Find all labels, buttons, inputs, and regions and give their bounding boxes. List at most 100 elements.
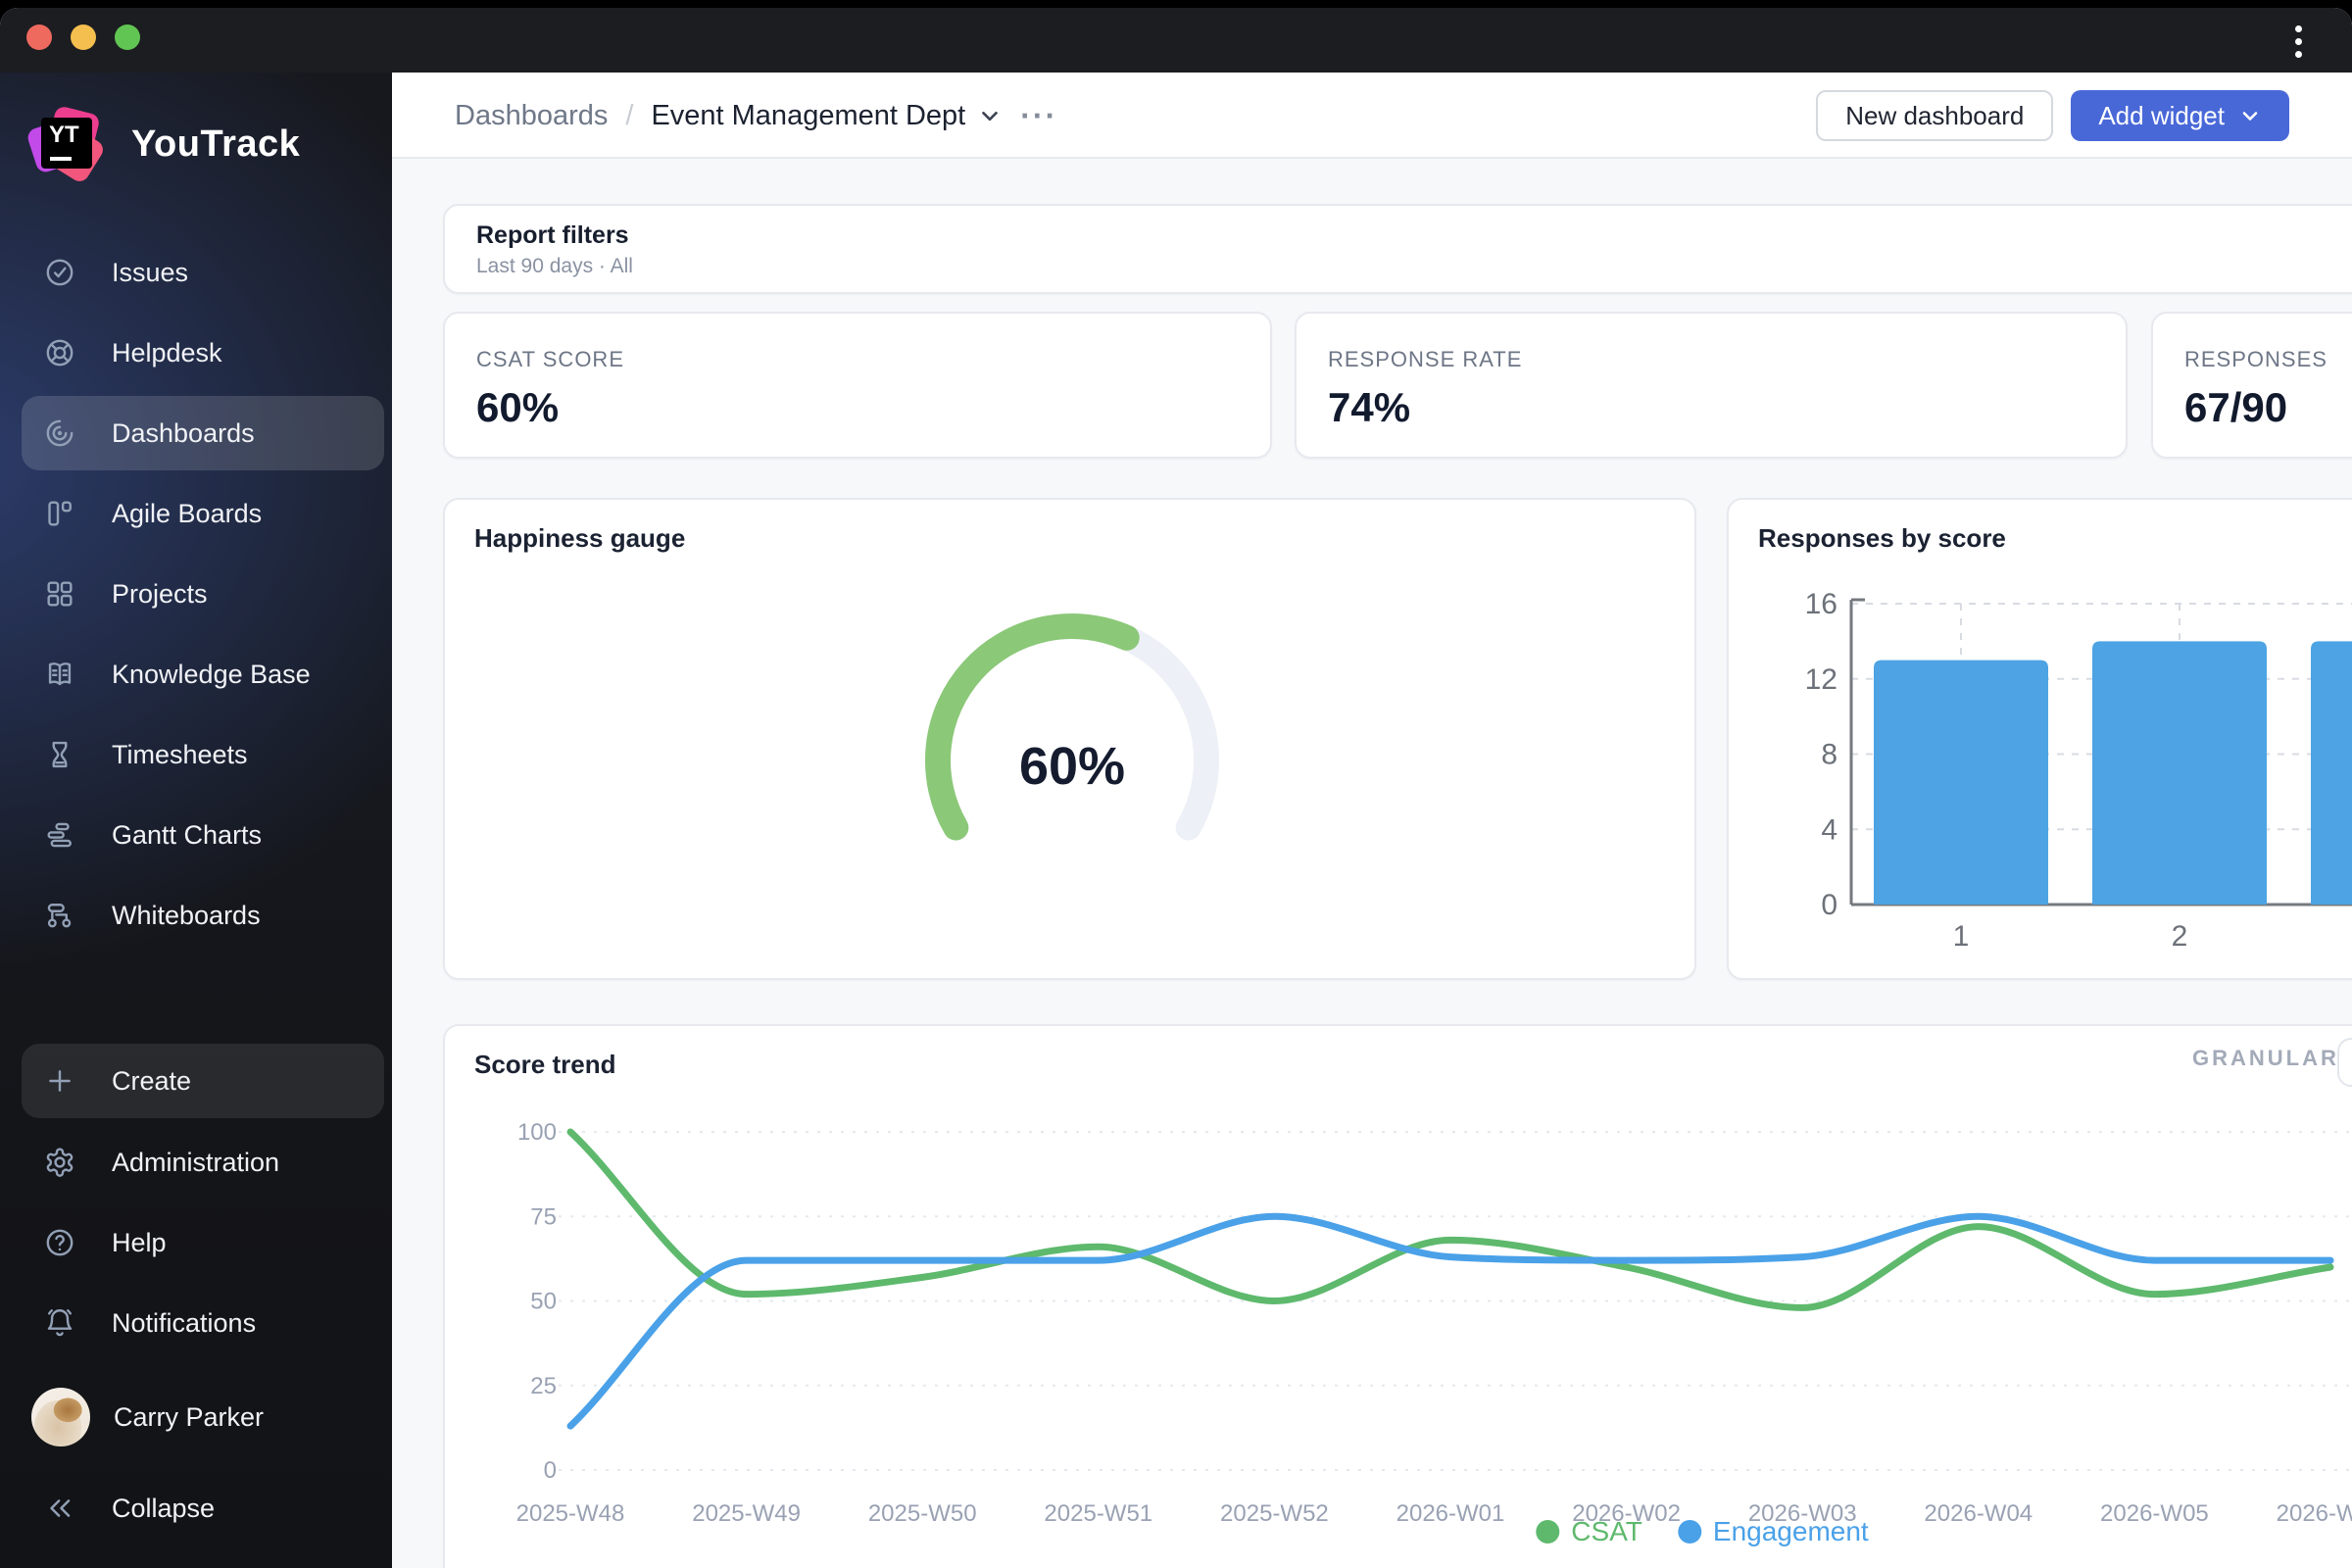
sidebar-create-button[interactable]: Create	[22, 1044, 384, 1118]
svg-text:50: 50	[530, 1289, 557, 1315]
sidebar-item-gantt-charts[interactable]: Gantt Charts	[22, 798, 384, 872]
svg-text:0: 0	[1821, 889, 1838, 921]
sidebar-item-administration[interactable]: Administration	[22, 1125, 384, 1200]
sidebar-item-label: Dashboards	[112, 418, 255, 449]
legend-item-csat[interactable]: CSAT	[1536, 1516, 1642, 1547]
sidebar-user-profile[interactable]: Carry Parker	[22, 1380, 384, 1454]
sidebar-item-label: Timesheets	[112, 740, 248, 770]
sidebar-item-helpdesk[interactable]: Helpdesk	[22, 316, 384, 390]
gear-icon	[43, 1146, 76, 1179]
sidebar-item-notifications[interactable]: Notifications	[22, 1286, 384, 1360]
kpi-card-responses: RESPONSES 67/90	[2151, 312, 2352, 459]
svg-text:1: 1	[1953, 920, 1970, 953]
minimize-window-button[interactable]	[71, 24, 96, 50]
new-dashboard-button[interactable]: New dashboard	[1816, 90, 2053, 141]
brand-name: YouTrack	[131, 123, 300, 166]
brand[interactable]: YT YouTrack	[37, 114, 300, 174]
sidebar-item-label: Whiteboards	[112, 901, 261, 931]
svg-text:8: 8	[1821, 739, 1838, 771]
avatar	[31, 1388, 90, 1446]
breadcrumb-separator: /	[625, 100, 633, 132]
window-titlebar	[0, 8, 2352, 73]
collapse-icon	[43, 1492, 76, 1525]
svg-text:2: 2	[2172, 920, 2188, 953]
sidebar-item-help[interactable]: Help	[22, 1205, 384, 1280]
score-trend-widget: Score trend GRANULARITY 02550751002025-W…	[443, 1024, 2352, 1568]
page-title: Event Management Dept	[651, 100, 965, 132]
sidebar-item-knowledge-base[interactable]: Knowledge Base	[22, 637, 384, 711]
report-filters-title: Report filters	[476, 221, 629, 250]
legend-label: Engagement	[1713, 1516, 1869, 1547]
breadcrumb: Dashboards / Event Management Dept ···	[455, 73, 1057, 159]
sidebar-item-dashboards[interactable]: Dashboards	[22, 396, 384, 470]
svg-text:0: 0	[544, 1457, 557, 1484]
responses-by-score-widget: Responses by score 0481216123	[1727, 498, 2352, 980]
svg-text:2025-W51: 2025-W51	[1044, 1500, 1152, 1527]
sidebar-item-label: Issues	[112, 258, 188, 288]
sidebar-item-projects[interactable]: Projects	[22, 557, 384, 631]
legend-item-engagement[interactable]: Engagement	[1678, 1516, 1869, 1547]
sidebar: YT YouTrack Issues Helpdesk Dashboards Agil…	[0, 73, 392, 1568]
sidebar-item-label: Notifications	[112, 1308, 256, 1339]
sidebar-collapse-button[interactable]: Collapse	[22, 1471, 384, 1545]
plus-icon	[43, 1064, 76, 1098]
sidebar-item-label: Knowledge Base	[112, 660, 311, 690]
report-filters-card[interactable]: Report filters Last 90 days · All	[443, 204, 2352, 294]
window-menu-kebab-icon[interactable]	[2285, 20, 2311, 63]
score-trend-chart: 02550751002025-W482025-W492025-W502025-W…	[445, 1026, 2352, 1568]
chevron-down-icon	[2238, 104, 2262, 127]
happiness-gauge-widget: Happiness gauge 60%	[443, 498, 1696, 980]
whiteboards-icon	[43, 899, 76, 932]
svg-text:2026-W01: 2026-W01	[1396, 1500, 1505, 1527]
sidebar-item-label: Agile Boards	[112, 499, 262, 529]
helpdesk-icon	[43, 336, 76, 369]
happiness-gauge-chart: 60%	[445, 500, 1694, 978]
main-header: Dashboards / Event Management Dept ··· N…	[392, 73, 2352, 159]
more-options-ellipsis-icon[interactable]: ···	[1020, 98, 1057, 134]
bell-icon	[43, 1306, 76, 1340]
svg-text:60%: 60%	[1019, 737, 1125, 796]
kpi-card-csat-score: CSAT SCORE 60%	[443, 312, 1272, 459]
kpi-label: CSAT SCORE	[476, 347, 624, 372]
sidebar-item-issues[interactable]: Issues	[22, 235, 384, 310]
sidebar-item-whiteboards[interactable]: Whiteboards	[22, 878, 384, 953]
sidebar-item-label: Helpdesk	[112, 338, 222, 368]
sidebar-item-label: Administration	[112, 1148, 279, 1178]
report-filters-summary: Last 90 days · All	[476, 255, 633, 278]
kpi-label: RESPONSE RATE	[1328, 347, 1522, 372]
legend-dot-icon	[1536, 1520, 1559, 1544]
sidebar-item-label: Collapse	[112, 1494, 215, 1524]
svg-text:75: 75	[530, 1203, 557, 1230]
breadcrumb-dashboards-link[interactable]: Dashboards	[455, 100, 608, 132]
app-window: YT YouTrack Issues Helpdesk Dashboards Agil…	[0, 8, 2352, 1568]
dashboard-title-dropdown[interactable]: Event Management Dept	[651, 100, 1003, 132]
chart-legend: CSAT Engagement	[1536, 1516, 1868, 1547]
youtrack-logo-icon: YT	[37, 114, 98, 174]
svg-text:2026-W06: 2026-W06	[2277, 1500, 2352, 1527]
sidebar-item-label: Gantt Charts	[112, 820, 262, 851]
sidebar-item-label: Create	[112, 1066, 191, 1097]
sidebar-item-agile-boards[interactable]: Agile Boards	[22, 476, 384, 551]
svg-text:12: 12	[1805, 663, 1838, 696]
sidebar-item-timesheets[interactable]: Timesheets	[22, 717, 384, 792]
chevron-down-icon	[977, 103, 1003, 128]
projects-icon	[43, 577, 76, 611]
legend-label: CSAT	[1571, 1516, 1642, 1547]
kpi-label: RESPONSES	[2184, 347, 2328, 372]
maximize-window-button[interactable]	[115, 24, 140, 50]
add-widget-button[interactable]: Add widget	[2071, 90, 2289, 141]
sidebar-item-label: Help	[112, 1228, 167, 1258]
add-widget-label: Add widget	[2098, 101, 2225, 131]
header-actions: New dashboard Add widget	[1816, 90, 2289, 141]
kpi-value: 60%	[476, 384, 559, 431]
knowledge-base-icon	[43, 658, 76, 691]
issues-icon	[43, 256, 76, 289]
kpi-value: 67/90	[2184, 384, 2287, 431]
close-window-button[interactable]	[26, 24, 52, 50]
svg-text:2025-W49: 2025-W49	[692, 1500, 801, 1527]
timesheets-icon	[43, 738, 76, 771]
svg-text:4: 4	[1821, 813, 1838, 846]
logo-text: YT	[49, 122, 79, 148]
legend-dot-icon	[1678, 1520, 1701, 1544]
user-name: Carry Parker	[114, 1402, 264, 1433]
